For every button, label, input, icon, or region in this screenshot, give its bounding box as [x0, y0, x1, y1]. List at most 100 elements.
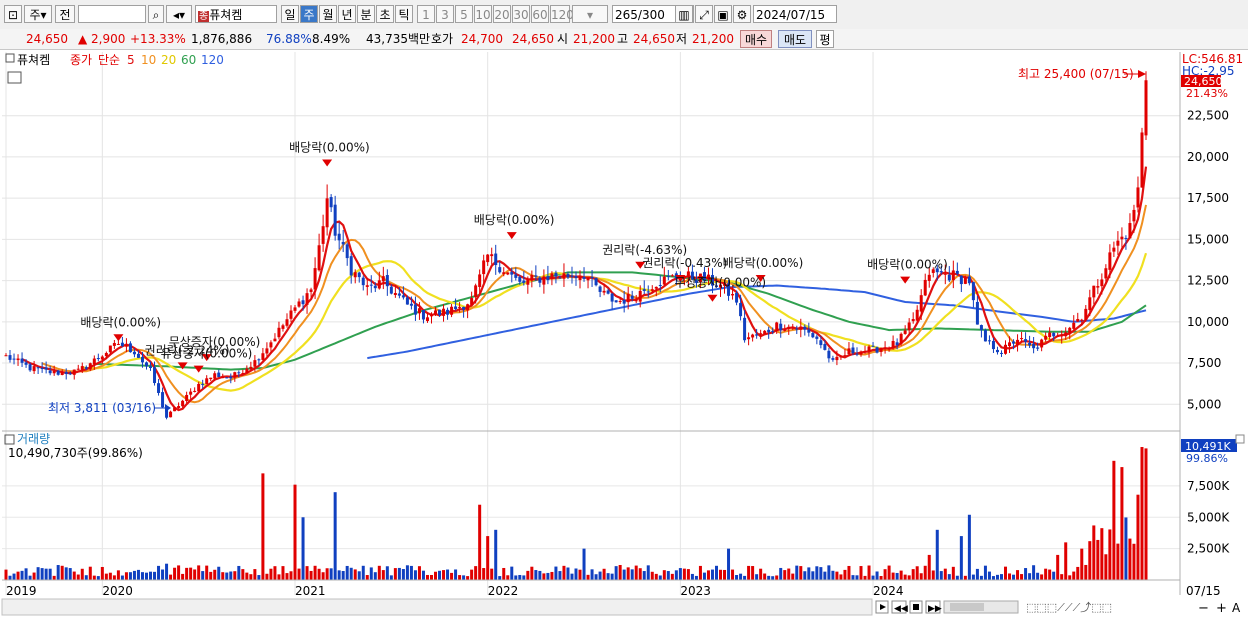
- num-20[interactable]: 20: [493, 5, 511, 23]
- buy-button[interactable]: 매수: [740, 30, 772, 48]
- stop-icon: [913, 604, 919, 610]
- zoom-slider-thumb[interactable]: [950, 603, 984, 611]
- volume-bar: [618, 564, 622, 580]
- volume-bar: [963, 575, 967, 580]
- search-icon[interactable]: ⌕: [148, 5, 164, 23]
- volume-bar: [546, 572, 550, 580]
- scroll-track[interactable]: [1, 598, 873, 616]
- period-second[interactable]: 초: [376, 5, 394, 23]
- candle-body: [265, 348, 269, 354]
- candle-body: [502, 272, 506, 275]
- close-icon[interactable]: [1235, 434, 1245, 444]
- candle-body: [442, 308, 446, 316]
- annotation-label: 배당락(0.00%): [723, 256, 804, 270]
- custom-period-select[interactable]: ▾: [572, 5, 608, 23]
- candle-body: [907, 322, 911, 331]
- volume-tick-label: 2,500K: [1187, 542, 1230, 556]
- chart-canvas[interactable]: 배당락(0.00%)권리락(-2.24%)무상증자(0.00%)유상증자(0.0…: [0, 50, 1248, 621]
- volume-bar: [538, 570, 542, 580]
- candle-body: [626, 293, 630, 303]
- volume-bar: [413, 570, 417, 580]
- volume-bar: [626, 567, 630, 580]
- candle-body: [112, 343, 116, 346]
- period-year[interactable]: 년: [338, 5, 356, 23]
- candle-body: [530, 275, 534, 281]
- candle-body: [666, 276, 670, 278]
- tool-icons[interactable]: ⬚⬚⬚⟋⟋⟋⤴⬚⬚: [1026, 600, 1112, 614]
- zoom-in-icon[interactable]: +: [1216, 601, 1227, 616]
- num-10[interactable]: 10: [474, 5, 492, 23]
- candle-body: [911, 319, 915, 322]
- date-input[interactable]: 2024/07/15: [753, 5, 837, 23]
- volume-bar: [927, 554, 931, 580]
- change: ▲ 2,900: [78, 32, 126, 46]
- num-5[interactable]: 5: [455, 5, 473, 23]
- volume-bar: [650, 571, 654, 580]
- candle-body: [317, 245, 321, 271]
- period-week[interactable]: 주: [300, 5, 318, 23]
- candle-body: [883, 347, 887, 349]
- candle-body: [835, 356, 839, 361]
- prev-button[interactable]: 전: [55, 5, 75, 23]
- sell-button[interactable]: 매도: [778, 30, 812, 48]
- annotation-label: 무상증자(0.00%): [674, 276, 766, 290]
- volume-bar: [241, 569, 245, 580]
- candle-body: [365, 285, 369, 287]
- chart-type-icon[interactable]: ⊡: [4, 5, 22, 23]
- volume-bar: [931, 570, 935, 580]
- volume-bar: [518, 574, 522, 580]
- current-pct: 21.43%: [1186, 87, 1228, 100]
- stock-code-input[interactable]: 220100: [78, 5, 146, 23]
- flat-button[interactable]: 평: [816, 30, 834, 48]
- candle-icon[interactable]: ▥: [675, 5, 693, 23]
- candle-body: [293, 307, 297, 311]
- candle-body: [807, 329, 811, 333]
- num-60[interactable]: 60: [531, 5, 549, 23]
- volume-bar: [233, 571, 237, 580]
- period-tick[interactable]: 틱: [395, 5, 413, 23]
- candle-body: [634, 300, 638, 302]
- candle-body: [979, 325, 983, 331]
- period-month[interactable]: 월: [319, 5, 337, 23]
- volume-bar: [76, 574, 80, 580]
- candle-body: [546, 276, 550, 281]
- period-day[interactable]: 일: [281, 5, 299, 23]
- num-30[interactable]: 30: [512, 5, 530, 23]
- num-label: 10: [475, 8, 491, 22]
- candle-body: [88, 363, 92, 370]
- volume-pct: 99.86%: [1186, 452, 1228, 465]
- volume-bar: [690, 573, 694, 580]
- candle-body: [995, 349, 999, 353]
- candle-body: [245, 368, 249, 374]
- draw-tool-icon[interactable]: ⤢: [695, 5, 713, 23]
- num-120[interactable]: 120: [550, 5, 574, 23]
- rewind-icon: ◀◀: [894, 604, 908, 614]
- period-minute[interactable]: 분: [357, 5, 375, 23]
- mode-select[interactable]: 주▾: [24, 5, 52, 23]
- volume-bar: [1108, 529, 1112, 580]
- candle-body: [558, 277, 562, 279]
- period-label: 주: [303, 8, 315, 22]
- num-1[interactable]: 1: [417, 5, 435, 23]
- candle-body: [1124, 237, 1128, 239]
- volume-bar: [442, 570, 446, 580]
- volume-bar: [967, 514, 971, 580]
- candle-body: [510, 272, 514, 275]
- save-icon[interactable]: ▣: [714, 5, 732, 23]
- volume-bar: [550, 571, 554, 580]
- candle-body: [843, 355, 847, 357]
- num-3[interactable]: 3: [436, 5, 454, 23]
- volume-bar: [301, 517, 305, 580]
- stock-name-field[interactable]: 종퓨쳐켐: [195, 5, 277, 23]
- zoom-out-icon[interactable]: −: [1198, 601, 1209, 616]
- gear-icon[interactable]: ⚙: [733, 5, 751, 23]
- auto-scale-icon[interactable]: A: [1232, 601, 1241, 615]
- candle-body: [490, 254, 494, 257]
- stock-chart[interactable]: 배당락(0.00%) 권리락(-2.24%) 무상증자(0.00%) 유상증자(0.0…: [0, 50, 1248, 621]
- volume-bar: [763, 573, 767, 580]
- volume-bar: [779, 567, 783, 580]
- volume-bar: [1064, 542, 1068, 580]
- candle-body: [80, 366, 84, 370]
- candle-body: [642, 289, 646, 291]
- speaker-icon[interactable]: ◂▾: [166, 5, 192, 23]
